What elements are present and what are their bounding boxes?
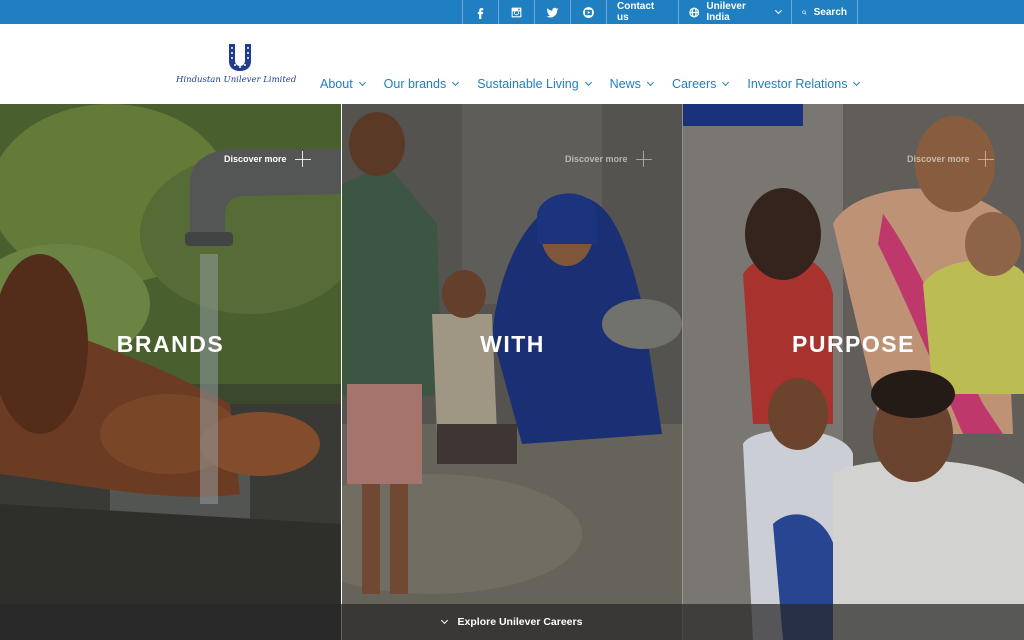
hero-headline: WITH [480,331,545,357]
contact-us-link[interactable]: Contact us [606,0,678,24]
explore-careers-bar[interactable]: Explore Unilever Careers [0,604,1024,640]
utility-bar: Contact us Unilever India Search [0,0,1024,24]
discover-more-link[interactable]: Discover more [224,151,311,167]
nav-item-careers[interactable]: Careers [671,76,730,92]
instagram-link[interactable] [498,0,534,24]
twitter-link[interactable] [534,0,570,24]
plus-icon [294,151,311,167]
globe-icon [689,7,700,17]
unilever-u-logo-icon [229,44,251,71]
utility-links: Contact us Unilever India Search [462,0,858,24]
facebook-link[interactable] [462,0,498,24]
nav-item-label: Careers [671,77,717,91]
chevron-down-icon [584,78,592,86]
nav-item-label: News [609,77,641,91]
nav-item-label: Sustainable Living [477,77,579,91]
region-selector[interactable]: Unilever India [678,0,791,24]
plus-icon [635,151,652,167]
chevron-down-icon [722,78,730,86]
chevron-down-icon [440,616,448,624]
plus-icon [977,151,994,167]
discover-more-label: Discover more [224,154,287,164]
search-icon [802,9,807,15]
nav-item-investor-relations[interactable]: Investor Relations [747,76,861,92]
instagram-icon [511,7,522,17]
explore-careers-label: Explore Unilever Careers [457,616,583,628]
nav-item-about[interactable]: About [320,76,366,92]
hand-washing-photo [0,104,341,640]
family-drinking-photo [342,104,683,640]
youtube-link[interactable] [570,0,606,24]
nav-item-sustainable-living[interactable]: Sustainable Living [477,76,592,92]
mother-and-children-photo [683,104,1024,640]
panel-divider [341,104,342,640]
hero-panel-brands[interactable]: Discover more BRANDS [0,104,341,640]
chevron-down-icon [646,78,654,86]
nav-item-news[interactable]: News [609,76,654,92]
discover-more-label: Discover more [907,154,970,164]
site-header: Hindustan Unilever Limited About Our bra… [0,24,1024,104]
youtube-icon [583,6,594,18]
search-label: Search [813,6,847,18]
contact-us-label: Contact us [617,1,655,23]
nav-item-our-brands[interactable]: Our brands [383,76,460,92]
hero-headline: PURPOSE [792,331,915,357]
nav-item-label: About [320,77,353,91]
discover-more-link[interactable]: Discover more [907,151,994,167]
region-label: Unilever India [706,1,746,23]
search-button[interactable]: Search [791,0,858,24]
hero-panel-with[interactable]: Discover more WITH [342,104,683,640]
chevron-down-icon [358,78,366,86]
chevron-down-icon [853,78,861,86]
hero-headline: BRANDS [116,331,225,357]
twitter-icon [546,7,559,17]
discover-more-link[interactable]: Discover more [565,151,652,167]
nav-item-label: Investor Relations [747,77,848,91]
chevron-down-icon [775,6,783,14]
hero-panel-purpose[interactable]: Discover more PURPOSE [683,104,1024,640]
discover-more-label: Discover more [565,154,628,164]
panel-divider [682,104,683,640]
facebook-icon [477,7,484,19]
nav-item-label: Our brands [383,77,447,91]
company-name: Hindustan Unilever Limited [176,75,297,85]
hero-section: Discover more BRANDS Discover more WITH … [0,104,1024,640]
hindustan-unilever-logo[interactable]: Hindustan Unilever Limited [176,42,297,88]
chevron-down-icon [452,78,460,86]
main-nav: About Our brands Sustainable Living News… [320,76,878,92]
